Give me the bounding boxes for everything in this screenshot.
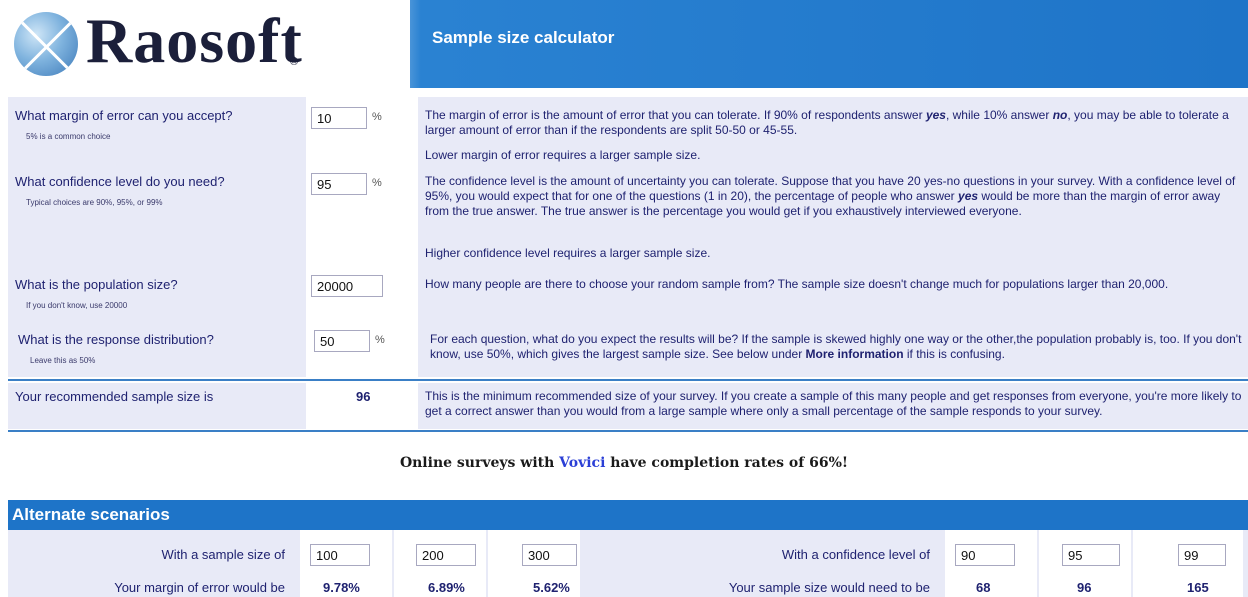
- distribution-hint: Leave this as 50%: [30, 356, 96, 365]
- confidence-description: The confidence level is the amount of un…: [425, 174, 1236, 218]
- page-title: Sample size calculator: [432, 28, 615, 47]
- confidence-input[interactable]: 95: [311, 173, 367, 195]
- alternate-scenarios-title: Alternate scenarios: [12, 505, 170, 524]
- alt-sample-input-3[interactable]: 300: [522, 544, 577, 566]
- margin-error-hint: 5% is a common choice: [26, 132, 111, 141]
- margin-error-label: Your margin of error would be: [114, 580, 285, 595]
- registered-mark: ®: [290, 56, 299, 68]
- result-top-divider: [8, 379, 1248, 381]
- distribution-description: For each question, what do you expect th…: [430, 332, 1242, 361]
- margin-error-unit: %: [372, 111, 382, 123]
- alternate-scenarios-header: [8, 500, 1248, 530]
- alt-size-value-1: 68: [976, 580, 991, 595]
- sample-size-label: With a sample size of: [161, 547, 285, 562]
- margin-error-description: The margin of error is the amount of err…: [425, 108, 1229, 137]
- alt-confidence-input-1[interactable]: 90: [955, 544, 1015, 566]
- result-bottom-divider: [8, 430, 1248, 432]
- confidence-unit: %: [372, 177, 382, 189]
- sample-need-label: Your sample size would need to be: [728, 580, 930, 595]
- alt-size-value-3: 165: [1187, 580, 1209, 595]
- vovici-link[interactable]: Vovici: [559, 455, 605, 471]
- distribution-input[interactable]: 50: [314, 330, 370, 352]
- alt-margin-value-3: 5.62%: [533, 580, 570, 595]
- alt-confidence-input-3[interactable]: 99: [1178, 544, 1226, 566]
- result-description: This is the minimum recommended size of …: [425, 389, 1242, 418]
- confidence-hint: Typical choices are 90%, 95%, or 99%: [26, 198, 163, 207]
- margin-error-question: What margin of error can you accept?: [15, 108, 233, 123]
- distribution-question: What is the response distribution?: [18, 332, 214, 347]
- population-hint: If you don't know, use 20000: [26, 301, 128, 310]
- population-question: What is the population size?: [15, 277, 178, 292]
- logo-text: Raosoft: [86, 5, 303, 76]
- alt-margin-value-2: 6.89%: [428, 580, 465, 595]
- alt-sample-input-1[interactable]: 100: [310, 544, 370, 566]
- margin-error-input[interactable]: 10: [311, 107, 367, 129]
- recommended-sample-size: 96: [356, 389, 371, 404]
- promo-text: Online surveys with Vovici have completi…: [399, 455, 849, 471]
- raosoft-logo-icon: [14, 12, 78, 76]
- confidence-level-label: With a confidence level of: [781, 547, 930, 562]
- alt-size-value-2: 96: [1077, 580, 1092, 595]
- population-description: How many people are there to choose your…: [425, 277, 1169, 291]
- result-label: Your recommended sample size is: [15, 389, 214, 404]
- alt-confidence-input-2[interactable]: 95: [1062, 544, 1120, 566]
- population-input[interactable]: 20000: [311, 275, 383, 297]
- alt-sample-input-2[interactable]: 200: [416, 544, 476, 566]
- margin-error-note: Lower margin of error requires a larger …: [425, 148, 701, 162]
- confidence-note: Higher confidence level requires a large…: [425, 246, 711, 260]
- distribution-unit: %: [375, 334, 385, 346]
- confidence-question: What confidence level do you need?: [15, 174, 225, 189]
- alt-margin-value-1: 9.78%: [323, 580, 360, 595]
